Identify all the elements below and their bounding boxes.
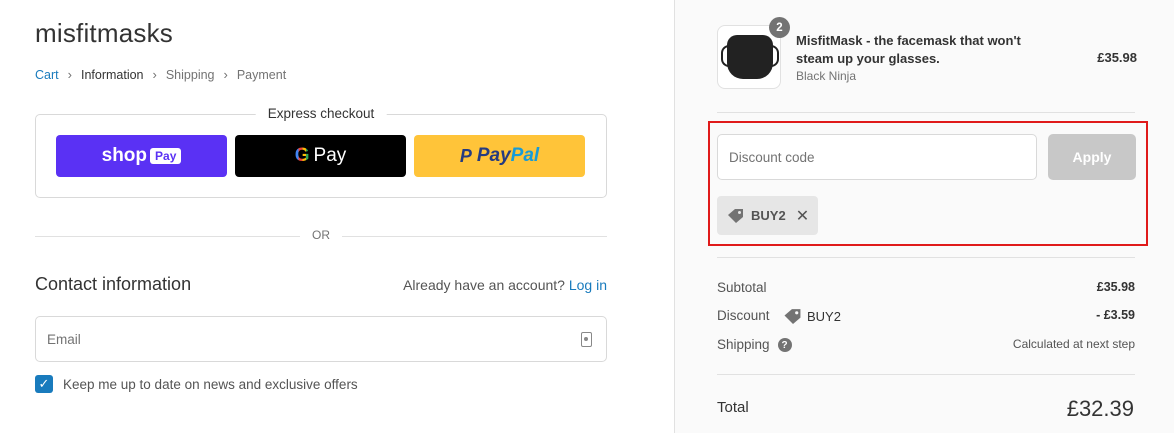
or-divider: OR	[35, 228, 607, 242]
paypal-button[interactable]: P Pay Pal	[414, 135, 585, 177]
help-icon[interactable]: ?	[777, 338, 792, 353]
total-label: Total	[717, 399, 749, 416]
contact-information-title: Contact information	[35, 274, 192, 294]
divider	[717, 112, 1135, 113]
tag-icon	[784, 309, 801, 324]
discount-code-input[interactable]: Discount code	[717, 134, 1037, 180]
discount-code-inline: BUY2	[783, 308, 841, 325]
chevron-right-icon: ›	[67, 67, 72, 82]
account-prompt-text: Already have an account?	[403, 277, 565, 293]
product-variant: Black Ninja	[796, 69, 857, 83]
express-checkout: Express checkout shop Pay G Pay P Pay Pa…	[35, 106, 607, 198]
applied-discount-code: BUY2	[751, 208, 786, 223]
newsletter-option: ✓ Keep me up to date on news and exclusi…	[35, 375, 358, 393]
breadcrumb: Cart › Information › Shipping › Payment	[35, 67, 286, 82]
shipping-value: Calculated at next step	[1012, 337, 1135, 351]
contact-card-icon	[581, 332, 592, 347]
discount-value: - £3.59	[1096, 308, 1135, 322]
express-checkout-title: Express checkout	[255, 106, 387, 121]
paypal-label-pay: Pay	[476, 145, 511, 166]
login-link[interactable]: Log in	[569, 277, 607, 293]
total-value: £32.39	[1066, 396, 1134, 421]
quantity-badge: 2	[769, 17, 790, 38]
divider	[717, 374, 1135, 375]
breadcrumb-information: Information	[80, 67, 144, 82]
subtotal-value: £35.98	[1096, 280, 1135, 294]
discount-row: Discount BUY2 - £3.59	[717, 308, 1135, 325]
subtotal-row: Subtotal £35.98	[717, 280, 1135, 295]
shipping-label: Shipping	[717, 337, 770, 352]
discount-label: Discount	[717, 308, 770, 323]
shipping-row: Shipping? Calculated at next step	[717, 337, 1135, 353]
google-pay-label: Pay	[313, 145, 347, 166]
discount-code-summary: BUY2	[807, 309, 841, 324]
chevron-right-icon: ›	[223, 67, 228, 82]
google-icon: G	[294, 145, 310, 166]
chevron-right-icon: ›	[152, 67, 157, 82]
newsletter-label[interactable]: Keep me up to date on news and exclusive…	[63, 377, 358, 392]
remove-discount-icon[interactable]: ✕	[796, 206, 809, 226]
paypal-icon: P	[459, 145, 472, 166]
applied-discount-tag: BUY2 ✕	[717, 196, 818, 235]
checkout-main: misfitmasks Cart › Information › Shippin…	[0, 0, 674, 433]
apply-button[interactable]: Apply	[1048, 134, 1136, 180]
tag-icon	[728, 208, 743, 223]
shop-pay-chip: Pay	[150, 148, 182, 164]
email-placeholder: Email	[47, 332, 81, 347]
breadcrumb-shipping: Shipping	[165, 67, 215, 82]
shop-pay-logo: shop	[101, 145, 148, 166]
product-name: MisfitMask - the facemask that won't ste…	[796, 33, 1021, 66]
breadcrumb-payment: Payment	[236, 67, 287, 82]
email-field[interactable]: Email	[35, 316, 607, 362]
order-summary: 2 MisfitMask - the facemask that won't s…	[674, 0, 1174, 433]
google-pay-button[interactable]: G Pay	[235, 135, 406, 177]
paypal-label-pal: Pal	[510, 145, 540, 166]
breadcrumb-cart[interactable]: Cart	[35, 68, 59, 82]
subtotal-label: Subtotal	[717, 280, 767, 295]
facemask-image	[721, 35, 779, 79]
newsletter-checkbox[interactable]: ✓	[35, 375, 53, 393]
shop-pay-button[interactable]: shop Pay	[56, 135, 227, 177]
discount-code-placeholder: Discount code	[729, 150, 815, 165]
store-logo[interactable]: misfitmasks	[35, 18, 173, 49]
divider	[717, 257, 1135, 258]
account-prompt: Already have an account? Log in	[403, 277, 607, 293]
product-thumbnail: 2	[717, 17, 790, 89]
or-label: OR	[300, 228, 342, 242]
cart-item: 2 MisfitMask - the facemask that won't s…	[717, 17, 1137, 90]
product-price: £35.98	[1097, 50, 1137, 65]
